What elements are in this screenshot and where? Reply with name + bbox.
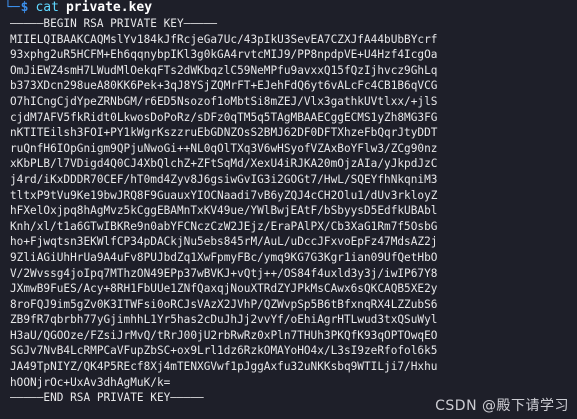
terminal-window[interactable]: └─ $ cat private.key —————BEGIN RSA PRIV…	[0, 0, 577, 419]
key-data-line: Knh/xl/t1a6GTwIBKRe9n0abYFCNczCzW2JEjz/E…	[10, 219, 438, 233]
key-data-line: ruQnfH6IOpGnigm9QPjuNwoGi++NL0qOlTXq3V6w…	[10, 141, 438, 155]
key-data-line: JXmwB9FuES/Acy+8RH1FbUUe1ZNfQaxqjNouXTRd…	[10, 282, 438, 296]
command-output[interactable]: —————BEGIN RSA PRIVATE KEY————— MIIELQIBA…	[4, 16, 577, 406]
key-data-line: hFXelOxjpq8hAgMvz5kCggEBAMnTxKV49ue/YWlB…	[10, 204, 438, 218]
key-data-line: H3aU/QGOOze/FZsiJrMvQ/tRrJ00jU2rbRwRz0xP…	[10, 328, 438, 342]
key-data-line: tltxP9tVu9Ke19bwJRQ8F9GuauxYIOCNaadi7vB6…	[10, 188, 438, 202]
key-data-line: ho+Fjwqtsn3EKWlfCP34pDACkjNu5ebs845rM/Au…	[10, 235, 438, 249]
command-prompt-line: └─ $ cat private.key	[4, 0, 577, 16]
key-data-line: JA49TpNIYZ/QK4P5REcf8Xj4mTENXGVwf1pJggAx…	[10, 360, 438, 374]
key-data-line: j4rd/iKxDDDR70CEF/hT0md4Zyv8J6gsiwGvIG3i…	[10, 172, 438, 186]
command-name: cat	[35, 0, 59, 15]
key-data-line: cjdM7AFV5fkRidt0LkwosDoPoRz/sDFz0qTM5q5T…	[10, 110, 438, 124]
prompt-corner-glyph: └─	[4, 0, 20, 15]
key-data-line: O7hICngCjdYpeZRNbGM/r6ED5Nsozof1oMbtSi8m…	[10, 94, 438, 108]
watermark-text: CSDN @殿下请学习	[435, 398, 569, 414]
key-data-line: MIIELQIBAAKCAQMslYv184kJfRcjeGa7Uc/43pIk…	[10, 32, 438, 46]
key-data-line: xKbPLB/l7VDigd4Q0CJ4XbQlchZ+ZFtSqMd/XexU…	[10, 157, 438, 171]
key-data-line: 8roFQJ9im5gZv0K3ITWFsi0oRCJsVAzX2JVhP/QZ…	[10, 297, 438, 311]
prompt-symbol: $	[20, 0, 29, 15]
command-argument: private.key	[65, 0, 153, 15]
key-data-line: hOONjrOc+UxAv3dhAgMuK/k=	[10, 375, 171, 389]
key-data-line: 9ZliAGiUhHrUa9A4uFv8PUJbdZq1XwFpmyFBc/ym…	[10, 250, 438, 264]
key-data-line: 93xphg2uR5HCFM+Eh6qqnybpIKl3g0kGA4rvtcMI…	[10, 48, 438, 62]
key-data-line: ZB9fR7qbrbh77yGjimhhL1Yr5has2cDuJhJj2vvY…	[10, 313, 438, 327]
key-begin-marker: —————BEGIN RSA PRIVATE KEY—————	[10, 17, 218, 30]
key-data-line: b373XDcn298ueA80KK6Pek+3qJ8YSjZQMrFT+EJe…	[10, 79, 438, 93]
key-data-line: OmJiEWZ4smH7LWudMlOekqFTs2dWKbqzlC59NeMP…	[10, 63, 438, 77]
key-data-line: V/2Wvssg4joIpq7MThzON49EPp37wBVKJ+vQtj++…	[10, 266, 438, 280]
key-data-line: SGJv7NvB4LcRMPCaVFupZbSC+ox9Lrl1dz6RzkOM…	[10, 344, 438, 358]
key-data-line: nKTITEilsh3FOI+PY1kWgrKszzruEbGDNZOsS2BM…	[10, 126, 438, 140]
